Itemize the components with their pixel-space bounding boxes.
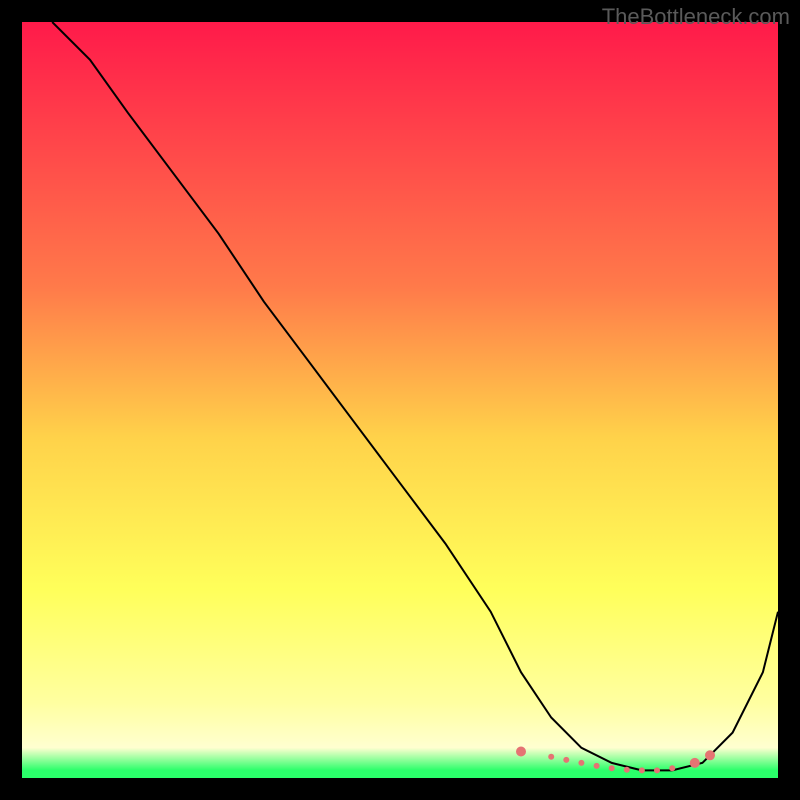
data-marker <box>705 750 715 760</box>
watermark-text: TheBottleneck.com <box>602 4 790 30</box>
data-marker <box>690 758 700 768</box>
data-marker <box>669 765 675 771</box>
data-marker <box>563 757 569 763</box>
data-marker <box>594 763 600 769</box>
data-marker <box>639 767 645 773</box>
data-marker <box>578 760 584 766</box>
markers-group <box>516 747 715 774</box>
plot-area <box>22 22 778 778</box>
chart-svg <box>22 22 778 778</box>
data-marker <box>609 765 615 771</box>
data-marker <box>624 767 630 773</box>
curve-line <box>52 22 778 770</box>
data-marker <box>548 754 554 760</box>
data-marker <box>516 747 526 757</box>
data-marker <box>654 767 660 773</box>
